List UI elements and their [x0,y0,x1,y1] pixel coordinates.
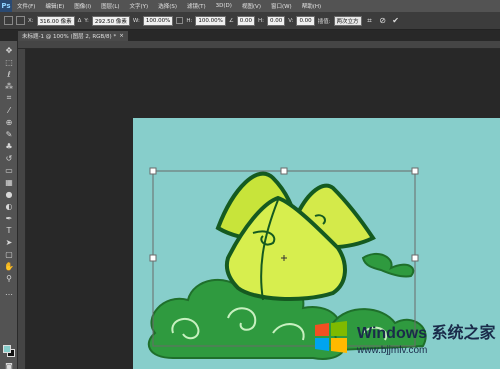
menu-file[interactable]: 文件(F) [12,2,40,10]
windows-logo-icon [315,321,347,353]
y-field[interactable]: 292.50 像素 [91,15,130,26]
height-field[interactable]: 100.00% [195,15,226,26]
document-tabs: 未标题-1 @ 100% (图层 2, RGB/8) * × [18,31,500,41]
menu-3d[interactable]: 3D(D) [211,3,237,9]
dodge-tool-icon[interactable]: ◐ [4,201,14,211]
foreground-color-swatch[interactable] [3,345,11,353]
more-tools-icon[interactable]: … [4,287,14,297]
width-field[interactable]: 100.00% [142,15,174,26]
watermark-url: www.bjjmlv.com [357,344,428,356]
vskew-label: V: [288,17,294,24]
zoom-tool-icon[interactable]: ⚲ [4,273,14,283]
quick-select-tool-icon[interactable]: ⁂ [4,81,14,91]
angle-field[interactable]: 0.00 [236,15,256,26]
shape-tool-icon[interactable]: ▢ [4,249,14,259]
watermark: Windows 系统之家 www.bjjmlv.com [305,313,500,361]
stamp-tool-icon[interactable]: ♣ [4,141,14,151]
healing-tool-icon[interactable]: ⊕ [4,117,14,127]
brush-tool-icon[interactable]: ✎ [4,129,14,139]
interpolation-label: 插值: [317,18,331,25]
hskew-label: H: [258,17,265,24]
horizontal-ruler [18,41,500,49]
menu-window[interactable]: 窗口(W) [266,2,297,10]
transform-tool-icon[interactable] [4,16,13,25]
x-field[interactable]: 316.00 像素 [36,15,75,26]
history-brush-tool-icon[interactable]: ↺ [4,153,14,163]
warp-icon[interactable]: ⌗ [365,16,375,26]
close-icon[interactable]: × [119,33,124,39]
menu-edit[interactable]: 编辑(E) [40,2,69,10]
document-tab[interactable]: 未标题-1 @ 100% (图层 2, RGB/8) * × [18,31,128,41]
eyedropper-tool-icon[interactable]: ⁄ [4,105,14,115]
menu-filter[interactable]: 滤镜(T) [182,2,211,10]
vertical-ruler [18,49,26,369]
menu-layer[interactable]: 图层(L) [96,2,124,10]
blur-tool-icon[interactable]: ● [4,189,14,199]
eraser-tool-icon[interactable]: ▭ [4,165,14,175]
pen-tool-icon[interactable]: ✒ [4,213,14,223]
crop-tool-icon[interactable]: ⌗ [4,93,14,103]
vskew-field[interactable]: 0.00 [296,15,315,26]
menu-view[interactable]: 视图(V) [237,2,266,10]
photoshop-logo: Ps [0,0,12,12]
move-tool-icon[interactable]: ✥ [4,45,14,55]
menu-help[interactable]: 帮助(H) [297,2,326,10]
y-label: Y: [84,17,89,24]
options-bar: X: 316.00 像素 Δ Y: 292.50 像素 W: 100.00% H… [0,12,500,30]
link-icon[interactable] [176,17,184,24]
right-cloud-shape [361,252,415,278]
quick-mask-icon[interactable]: ◙ [4,361,14,369]
menu-bar: Ps 文件(F) 编辑(E) 图像(I) 图层(L) 文字(Y) 选择(S) 滤… [0,0,500,12]
type-tool-icon[interactable]: T [4,225,14,235]
interpolation-select[interactable]: 两次立方 [333,15,362,26]
lasso-tool-icon[interactable]: ℓ [4,69,14,79]
menu-type[interactable]: 文字(Y) [125,2,154,10]
reference-point-icon[interactable] [16,16,25,25]
w-label: W: [132,17,140,24]
triangle-icon: Δ [77,17,82,24]
menu-image[interactable]: 图像(I) [69,2,96,10]
gradient-tool-icon[interactable]: ▦ [4,177,14,187]
tools-panel: ✥ ⬚ ℓ ⁂ ⌗ ⁄ ⊕ ✎ ♣ ↺ ▭ ▦ ● ◐ ✒ T ➤ ▢ ✋ ⚲ … [0,41,18,369]
marquee-tool-icon[interactable]: ⬚ [4,57,14,67]
watermark-title: Windows 系统之家 [357,324,496,342]
x-label: X: [28,17,34,24]
path-select-tool-icon[interactable]: ➤ [4,237,14,247]
commit-check-icon[interactable]: ✔ [391,16,401,26]
hand-tool-icon[interactable]: ✋ [4,261,14,271]
cancel-icon[interactable]: ⊘ [378,16,388,26]
h-label: H: [186,17,193,24]
hskew-field[interactable]: 0.00 [267,15,286,26]
document-tab-title: 未标题-1 @ 100% (图层 2, RGB/8) * [22,34,117,40]
angle-icon: ∠ [228,17,234,24]
menu-select[interactable]: 选择(S) [153,2,182,10]
